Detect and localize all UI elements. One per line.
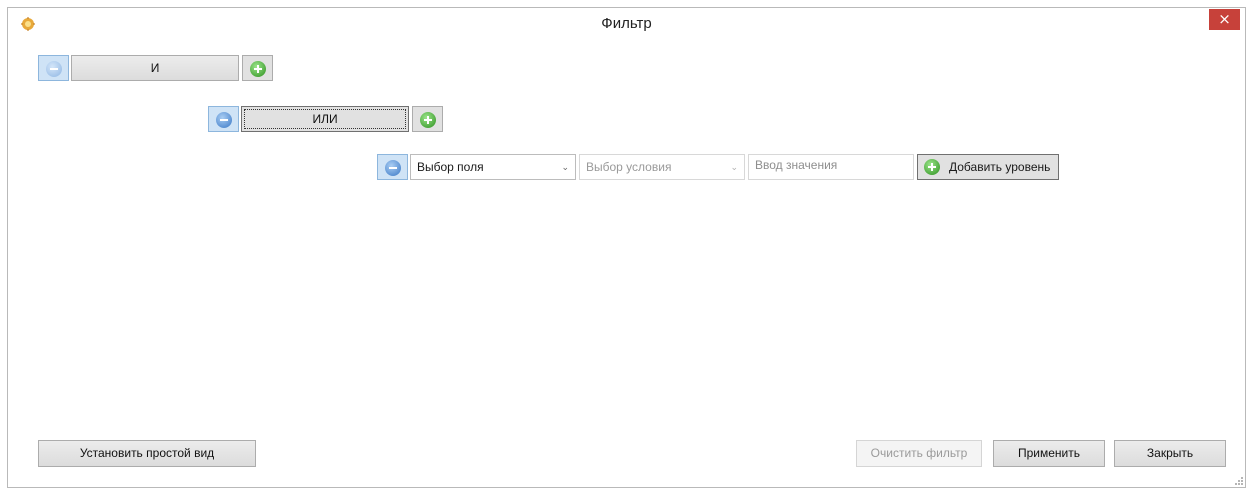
level1-add-button[interactable]	[242, 55, 273, 81]
minus-circle-icon	[385, 160, 401, 176]
close-button[interactable]: Закрыть	[1114, 440, 1226, 467]
field-select-value: Выбор поля	[417, 160, 484, 174]
level1-operator-label: И	[150, 61, 160, 75]
apply-button[interactable]: Применить	[993, 440, 1105, 467]
clear-filter-button[interactable]: Очистить фильтр	[856, 440, 982, 467]
level1-operator-button[interactable]: И	[71, 55, 239, 81]
level1-remove-button[interactable]	[38, 55, 69, 81]
minus-circle-icon	[46, 61, 62, 77]
close-label: Закрыть	[1146, 446, 1194, 460]
level2-operator-button[interactable]: ИЛИ	[241, 106, 409, 132]
chevron-down-icon: ⌄	[730, 162, 738, 172]
clear-filter-label: Очистить фильтр	[870, 446, 968, 460]
filter-dialog: Фильтр × И ИЛИ Выбор поля ⌄ Выбор услови…	[7, 7, 1246, 488]
minus-circle-icon	[216, 112, 232, 128]
plus-circle-icon	[250, 61, 266, 77]
apply-label: Применить	[1017, 446, 1080, 460]
focus-rectangle	[244, 109, 406, 129]
value-input[interactable]: Ввод значения	[748, 154, 914, 180]
set-simple-view-label: Установить простой вид	[79, 446, 215, 460]
plus-circle-icon	[420, 112, 436, 128]
window-title: Фильтр	[601, 15, 652, 32]
level2-remove-button[interactable]	[208, 106, 239, 132]
close-window-button[interactable]: ×	[1209, 9, 1240, 30]
field-select[interactable]: Выбор поля ⌄	[410, 154, 576, 180]
title-bar: Фильтр ×	[8, 8, 1245, 38]
condition-remove-button[interactable]	[377, 154, 408, 180]
condition-select[interactable]: Выбор условия ⌄	[579, 154, 745, 180]
resize-grip[interactable]	[1233, 475, 1243, 485]
value-input-placeholder: Ввод значения	[755, 158, 838, 172]
add-level-label: Добавить уровень	[949, 160, 1051, 174]
level2-add-button[interactable]	[412, 106, 443, 132]
condition-select-value: Выбор условия	[586, 160, 672, 174]
plus-circle-icon	[924, 159, 940, 175]
chevron-down-icon: ⌄	[561, 162, 569, 172]
add-level-button[interactable]: Добавить уровень	[917, 154, 1059, 180]
set-simple-view-button[interactable]: Установить простой вид	[38, 440, 256, 467]
